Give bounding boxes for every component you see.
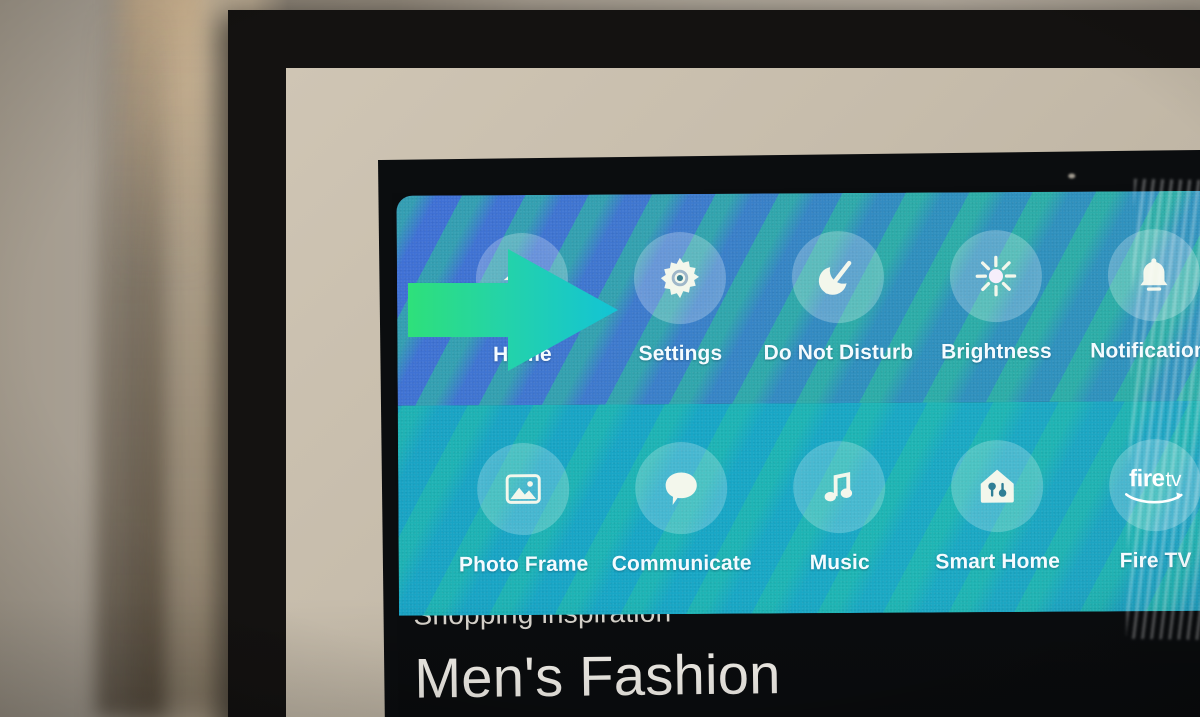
- quick-setting-music[interactable]: Music: [760, 440, 919, 576]
- quick-setting-photo-frame[interactable]: Photo Frame: [444, 442, 603, 578]
- quick-settings-panel: Home Settings Do Not Disturb Brightness …: [396, 190, 1200, 616]
- quick-setting-communicate-label: Communicate: [611, 551, 752, 576]
- screenshot-scene: Shopping inspiration Men's Fashion: [0, 0, 1200, 717]
- sun-icon: [973, 253, 1019, 299]
- speech-bubble-icon: [659, 466, 703, 510]
- quick-setting-smart-home[interactable]: Smart Home: [918, 439, 1077, 575]
- home-icon-container: [475, 232, 569, 326]
- wall-shadow-secondary: [140, 0, 240, 717]
- quick-setting-settings[interactable]: Settings: [601, 231, 760, 367]
- content-title: Men's Fashion: [413, 642, 782, 710]
- quick-settings-row-two: Photo Frame Communicate Music Smart Home: [397, 400, 1200, 616]
- smart-home-icon-container: [950, 439, 1044, 533]
- quick-setting-smart-home-label: Smart Home: [935, 549, 1061, 574]
- music-note-icon: [817, 465, 861, 509]
- screen-glare: [1125, 178, 1200, 642]
- quick-setting-communicate[interactable]: Communicate: [602, 441, 761, 577]
- device-screen: Shopping inspiration Men's Fashion: [378, 150, 1200, 717]
- quick-setting-photo-frame-label: Photo Frame: [458, 552, 589, 577]
- quick-setting-brightness-label: Brightness: [940, 339, 1052, 364]
- photo-icon-container: [476, 442, 570, 536]
- quick-setting-music-label: Music: [809, 550, 870, 575]
- moon-slash-icon: [815, 254, 861, 300]
- sun-icon-container: [949, 229, 1043, 323]
- home-icon: [499, 256, 545, 302]
- smart-home-icon: [975, 464, 1019, 508]
- quick-setting-settings-label: Settings: [638, 341, 723, 366]
- quick-settings-row-one: Home Settings Do Not Disturb Brightness: [396, 190, 1200, 406]
- quick-setting-home[interactable]: Home: [443, 232, 602, 368]
- speech-bubble-icon-container: [634, 441, 728, 535]
- quick-setting-do-not-disturb[interactable]: Do Not Disturb: [759, 230, 918, 366]
- music-note-icon-container: [792, 440, 886, 534]
- quick-setting-do-not-disturb-label: Do Not Disturb: [763, 340, 914, 365]
- gear-icon: [657, 255, 703, 301]
- quick-setting-home-label: Home: [492, 342, 552, 367]
- gear-icon-container: [633, 231, 727, 325]
- moon-slash-icon-container: [791, 230, 885, 324]
- quick-setting-brightness[interactable]: Brightness: [917, 229, 1076, 365]
- photo-icon: [501, 467, 545, 511]
